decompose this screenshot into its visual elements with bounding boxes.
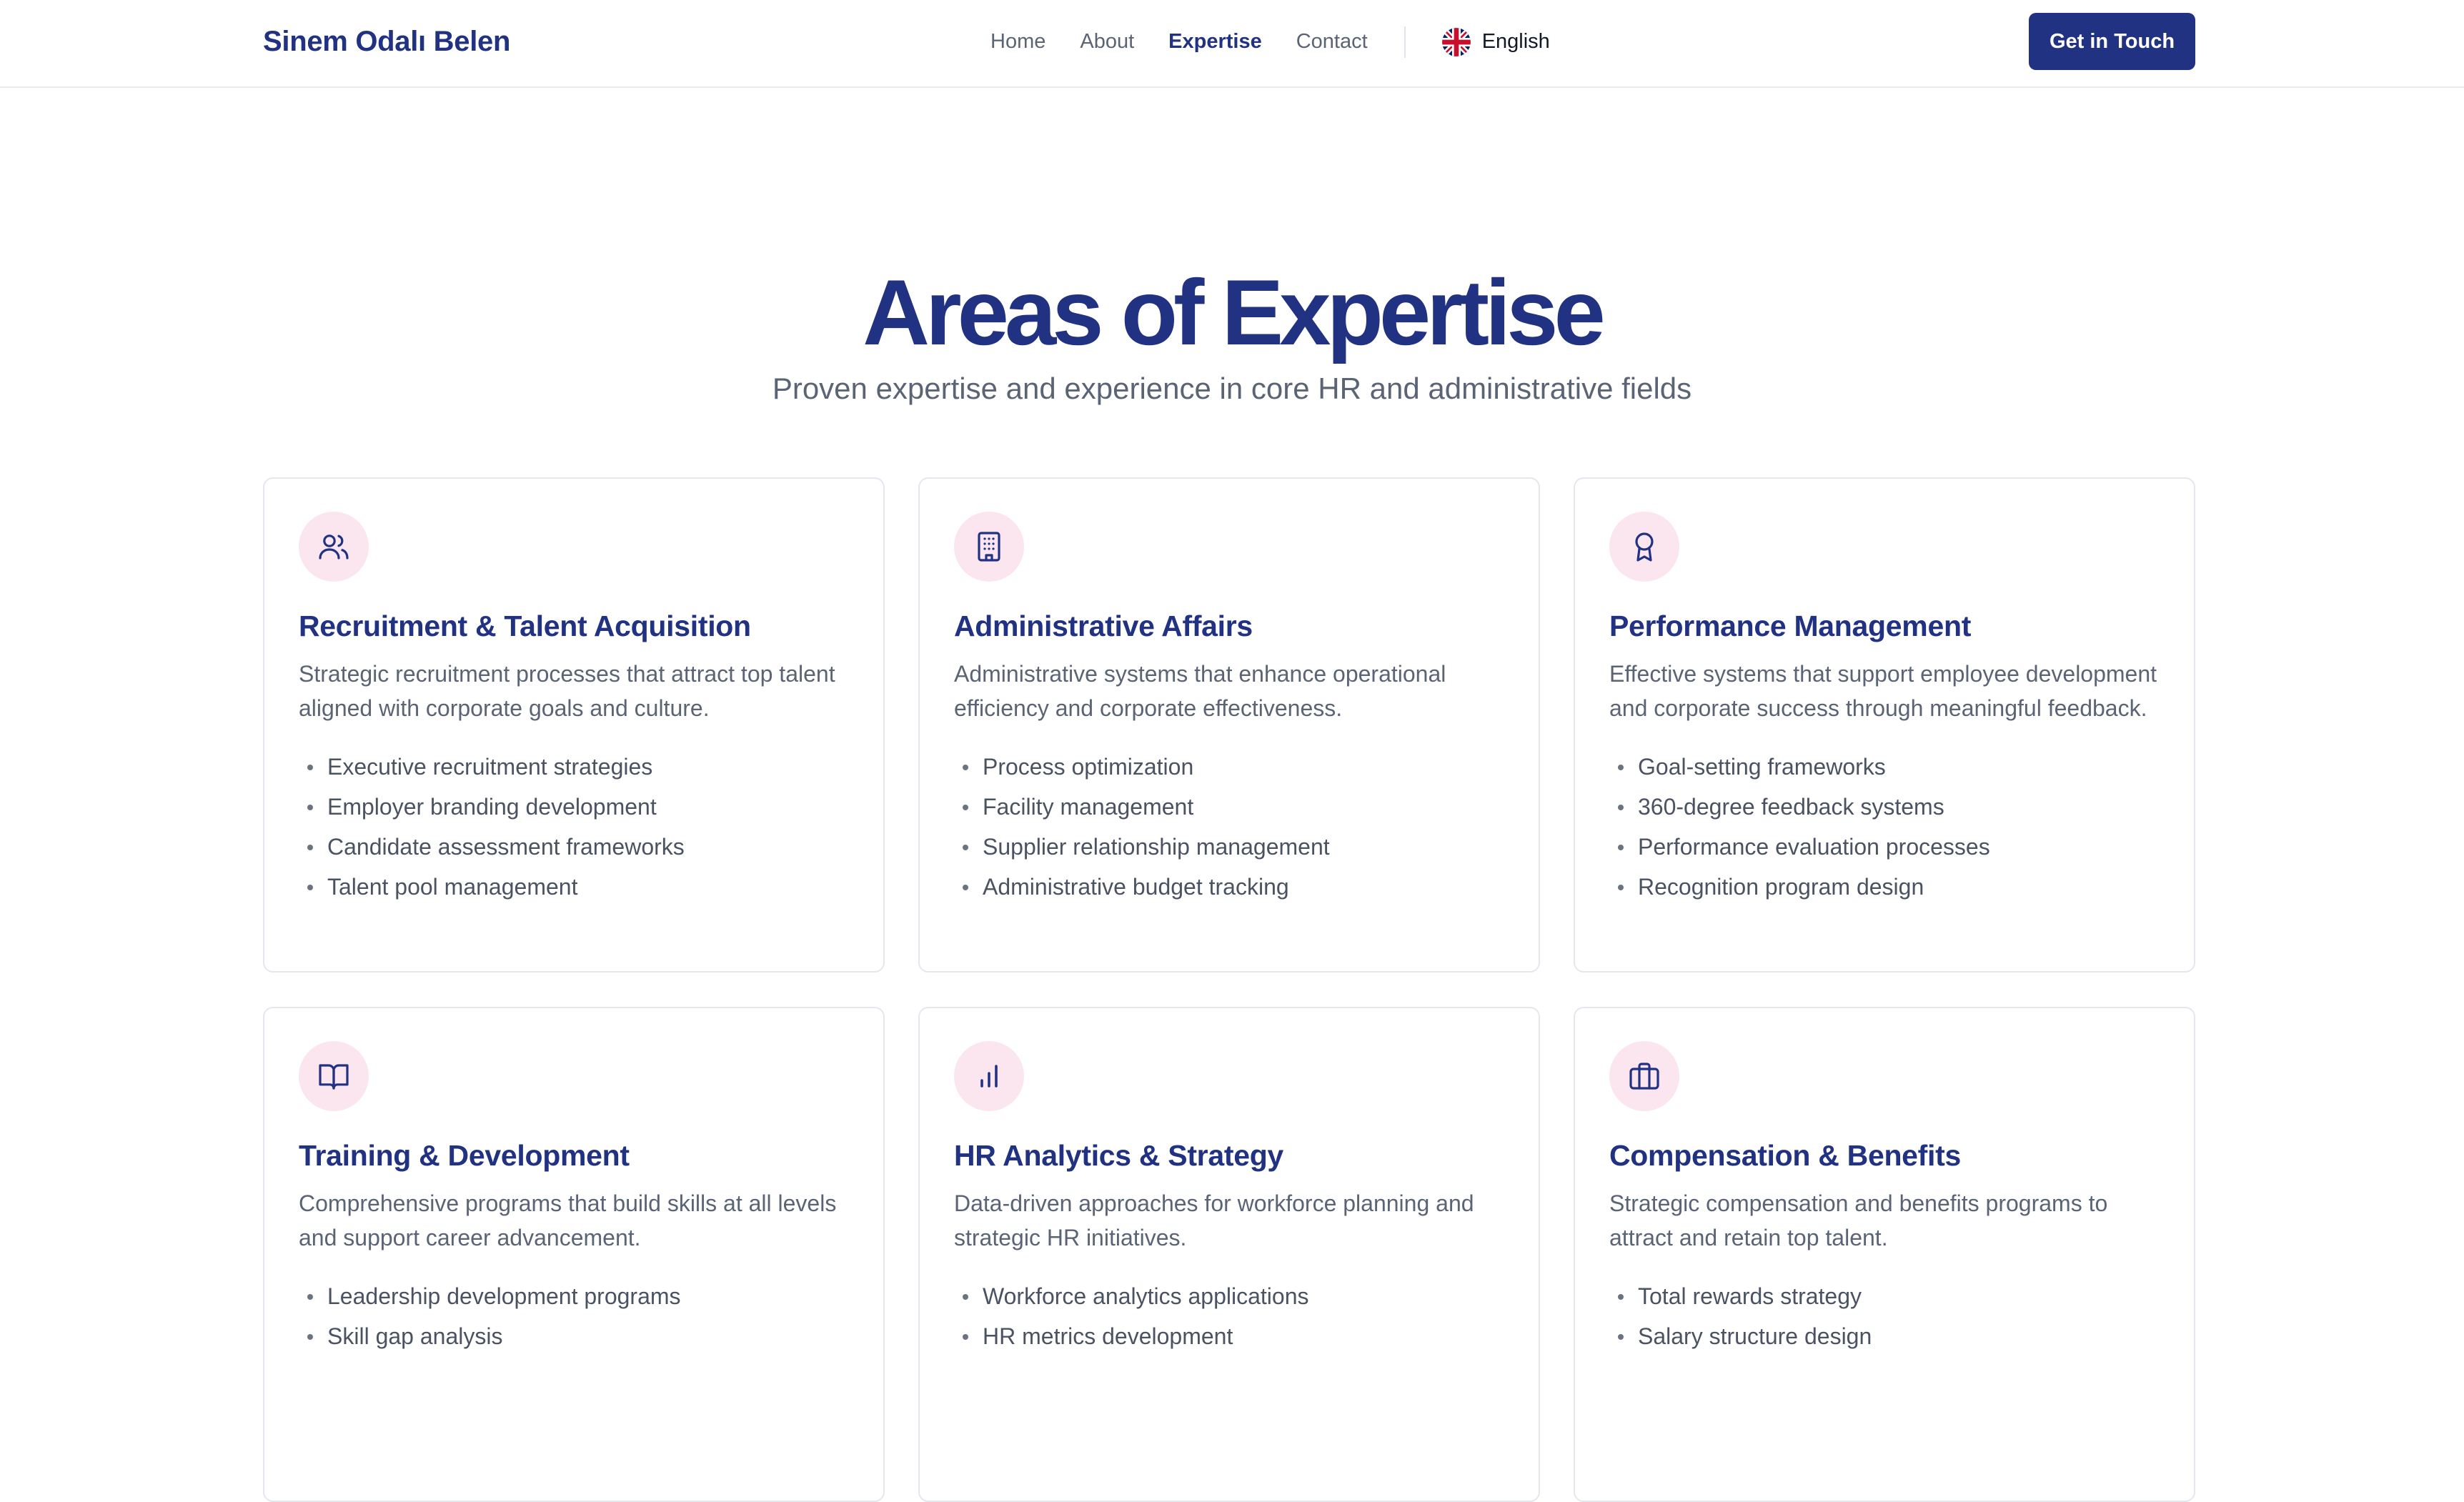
briefcase-icon: [1609, 1041, 1679, 1111]
card-list: Executive recruitment strategies Employe…: [299, 747, 849, 907]
language-selector[interactable]: English: [1441, 27, 1550, 56]
card-title: Training & Development: [299, 1139, 630, 1172]
list-item: HR metrics development: [954, 1316, 1504, 1356]
list-item: Administrative budget tracking: [954, 867, 1504, 907]
card-description: Comprehensive programs that build skills…: [299, 1190, 837, 1250]
bar-chart-icon: [954, 1041, 1024, 1111]
card-title: Performance Management: [1609, 610, 1972, 642]
site-header: Sinem Odalı Belen Home About Expertise C…: [0, 0, 2464, 88]
expertise-card-recruitment: Recruitment & Talent Acquisition Strateg…: [263, 477, 885, 973]
nav-divider: [1404, 26, 1406, 58]
nav-expertise[interactable]: Expertise: [1168, 30, 1262, 54]
card-list: Goal-setting frameworks 360-degree feedb…: [1609, 747, 2160, 907]
page-subtitle: Proven expertise and experience in core …: [772, 372, 1692, 405]
main-nav: Home About Expertise Contact English: [990, 0, 1550, 84]
expertise-grid: Recruitment & Talent Acquisition Strateg…: [263, 477, 2195, 1502]
page-title: Areas of Expertise: [863, 260, 1606, 364]
nav-home[interactable]: Home: [990, 30, 1045, 54]
card-list: Workforce analytics applications HR metr…: [954, 1276, 1504, 1356]
expertise-card-analytics: HR Analytics & Strategy Data-driven appr…: [918, 1007, 1540, 1502]
card-title: Recruitment & Talent Acquisition: [299, 610, 751, 642]
list-item: 360-degree feedback systems: [1609, 787, 2160, 827]
list-item: Supplier relationship management: [954, 827, 1504, 867]
card-description: Data-driven approaches for workforce pla…: [954, 1190, 1474, 1250]
get-in-touch-button[interactable]: Get in Touch: [2029, 13, 2195, 70]
list-item: Salary structure design: [1609, 1316, 2160, 1356]
card-description: Strategic compensation and benefits prog…: [1609, 1190, 2108, 1250]
list-item: Candidate assessment frameworks: [299, 827, 849, 867]
award-icon: [1609, 512, 1679, 582]
language-label: English: [1481, 30, 1550, 53]
expertise-card-training: Training & Development Comprehensive pro…: [263, 1007, 885, 1502]
list-item: Total rewards strategy: [1609, 1276, 2160, 1316]
list-item: Talent pool management: [299, 867, 849, 907]
list-item: Facility management: [954, 787, 1504, 827]
card-title: HR Analytics & Strategy: [954, 1139, 1283, 1172]
list-item: Employer branding development: [299, 787, 849, 827]
expertise-card-administrative: Administrative Affairs Administrative sy…: [918, 477, 1540, 973]
users-icon: [299, 512, 369, 582]
list-item: Recognition program design: [1609, 867, 2160, 907]
uk-flag-icon: [1441, 27, 1471, 56]
list-item: Executive recruitment strategies: [299, 747, 849, 787]
list-item: Skill gap analysis: [299, 1316, 849, 1356]
list-item: Process optimization: [954, 747, 1504, 787]
list-item: Leadership development programs: [299, 1276, 849, 1316]
list-item: Performance evaluation processes: [1609, 827, 2160, 867]
expertise-card-compensation: Compensation & Benefits Strategic compen…: [1574, 1007, 2195, 1502]
card-list: Process optimization Facility management…: [954, 747, 1504, 907]
expertise-card-performance: Performance Management Effective systems…: [1574, 477, 2195, 973]
card-list: Leadership development programs Skill ga…: [299, 1276, 849, 1356]
nav-contact[interactable]: Contact: [1296, 30, 1368, 54]
list-item: Goal-setting frameworks: [1609, 747, 2160, 787]
card-list: Total rewards strategy Salary structure …: [1609, 1276, 2160, 1356]
list-item: Workforce analytics applications: [954, 1276, 1504, 1316]
card-description: Administrative systems that enhance oper…: [954, 661, 1446, 721]
building-icon: [954, 512, 1024, 582]
card-description: Strategic recruitment processes that att…: [299, 661, 835, 721]
nav-about[interactable]: About: [1080, 30, 1134, 54]
site-brand[interactable]: Sinem Odalı Belen: [263, 0, 510, 84]
card-description: Effective systems that support employee …: [1609, 661, 2157, 721]
book-open-icon: [299, 1041, 369, 1111]
card-title: Compensation & Benefits: [1609, 1139, 1961, 1172]
card-title: Administrative Affairs: [954, 610, 1253, 642]
